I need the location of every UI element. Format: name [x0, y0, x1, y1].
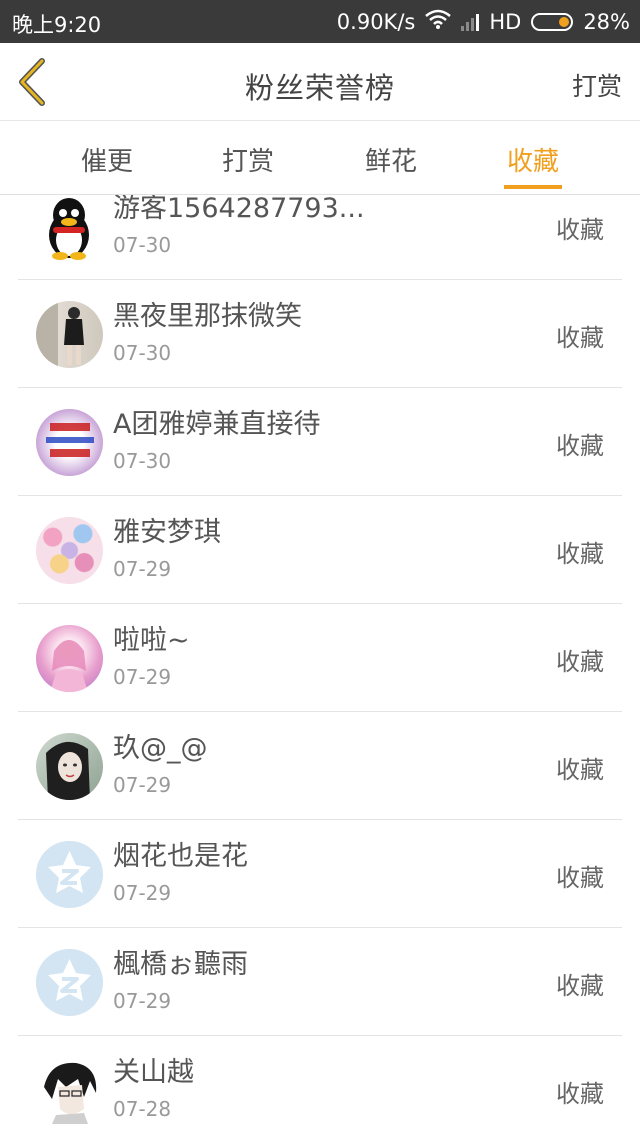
item-type: 收藏 — [556, 540, 604, 568]
battery-percent: 28% — [583, 9, 630, 34]
signal-icon — [461, 13, 480, 31]
default-z-avatar — [36, 949, 103, 1016]
battery-icon — [531, 12, 574, 31]
tab-bar: 催更 打赏 鲜花 收藏 — [0, 121, 640, 195]
reward-button[interactable]: 打赏 — [572, 67, 622, 103]
user-name: 啦啦~ — [113, 625, 190, 656]
list-item[interactable]: 啦啦~ 07-29 收藏 — [0, 604, 640, 712]
qq-penguin-avatar — [36, 195, 103, 260]
item-type: 收藏 — [556, 864, 604, 892]
page-title: 粉丝荣誉榜 — [244, 71, 395, 105]
item-type: 收藏 — [556, 756, 604, 784]
list-item[interactable]: 关山越 07-28 收藏 — [0, 1036, 640, 1138]
item-date: 07-29 — [113, 557, 172, 581]
status-time: 晚上9:20 — [12, 13, 102, 37]
user-name: 黑夜里那抹微笑 — [113, 301, 302, 332]
item-date: 07-30 — [113, 233, 172, 257]
anime-girl-avatar — [36, 625, 103, 692]
item-date: 07-29 — [113, 773, 172, 797]
photo-avatar — [36, 301, 103, 368]
list-item[interactable]: 烟花也是花 07-29 收藏 — [0, 820, 640, 928]
item-type: 收藏 — [556, 648, 604, 676]
network-speed: 0.90K/s — [336, 9, 416, 34]
list-item[interactable]: A团雅婷兼直接待 07-30 收藏 — [0, 388, 640, 496]
item-type: 收藏 — [556, 1080, 604, 1108]
tab-reward[interactable]: 打赏 — [203, 141, 293, 178]
item-date: 07-29 — [113, 665, 172, 689]
tab-collect[interactable]: 收藏 — [488, 141, 578, 178]
nav-bar: 粉丝荣誉榜 打赏 — [0, 43, 640, 121]
item-type: 收藏 — [556, 432, 604, 460]
girl-portrait-avatar — [36, 733, 103, 800]
recruit-sign-avatar — [36, 409, 103, 476]
item-date: 07-28 — [113, 1097, 172, 1121]
tab-active-indicator — [504, 185, 562, 189]
item-date: 07-29 — [113, 881, 172, 905]
item-date: 07-30 — [113, 449, 172, 473]
item-date: 07-30 — [113, 341, 172, 365]
anime-collage-avatar — [36, 517, 103, 584]
anime-boy-avatar — [36, 1057, 103, 1124]
tab-urge[interactable]: 催更 — [62, 141, 152, 178]
item-type: 收藏 — [556, 216, 604, 244]
list-item[interactable]: 雅安梦琪 07-29 收藏 — [0, 496, 640, 604]
list-item[interactable]: 黑夜里那抹微笑 07-30 收藏 — [0, 280, 640, 388]
wifi-icon — [425, 9, 452, 34]
user-name: 雅安梦琪 — [113, 517, 221, 548]
default-z-avatar — [36, 841, 103, 908]
network-type: HD — [489, 9, 522, 34]
fan-list[interactable]: 游客1564287793... 07-30 收藏 黑夜里那抹微笑 07-30 收… — [0, 195, 640, 1138]
list-item[interactable]: 玖@_@ 07-29 收藏 — [0, 712, 640, 820]
status-indicators: 0.90K/s HD 28% — [337, 9, 630, 34]
list-item[interactable]: 楓橋ぉ聽雨 07-29 收藏 — [0, 928, 640, 1036]
user-name: 楓橋ぉ聽雨 — [113, 949, 248, 980]
user-name: A团雅婷兼直接待 — [113, 409, 321, 440]
tab-flowers[interactable]: 鲜花 — [346, 141, 436, 178]
item-date: 07-29 — [113, 989, 172, 1013]
status-bar: 晚上9:20 0.90K/s HD 28% — [0, 0, 640, 43]
user-name: 关山越 — [113, 1057, 194, 1088]
item-type: 收藏 — [556, 972, 604, 1000]
user-name: 烟花也是花 — [113, 841, 248, 872]
item-type: 收藏 — [556, 324, 604, 352]
user-name: 玖@_@ — [113, 733, 208, 764]
user-name: 游客1564287793... — [113, 195, 365, 224]
list-item[interactable]: 游客1564287793... 07-30 收藏 — [0, 195, 640, 280]
